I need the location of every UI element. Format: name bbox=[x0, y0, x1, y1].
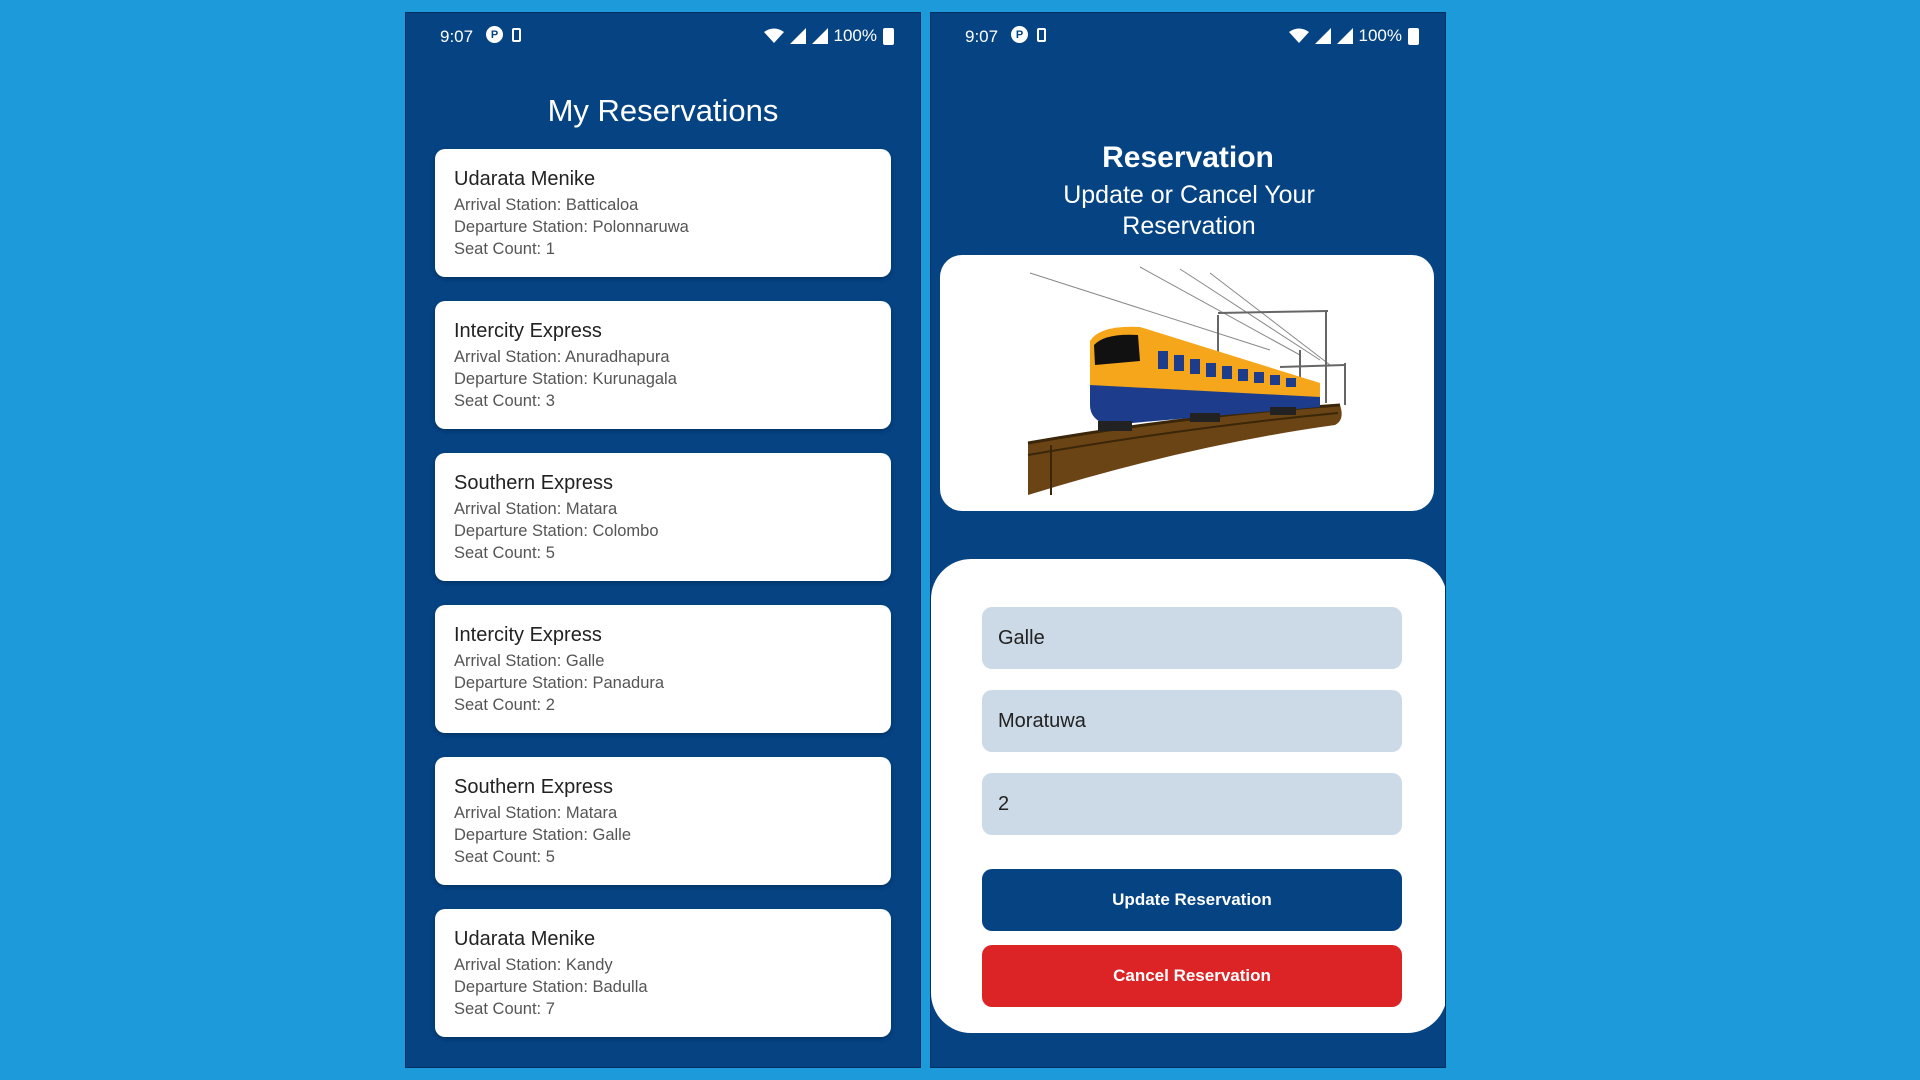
seat-count: Seat Count: 1 bbox=[454, 240, 555, 258]
wifi-icon bbox=[1288, 28, 1309, 43]
departure-station: Departure Station: Kurunagala bbox=[454, 370, 677, 388]
train-image-card bbox=[940, 255, 1434, 511]
seat-count-input[interactable] bbox=[982, 773, 1402, 835]
departure-station-input[interactable] bbox=[982, 690, 1402, 752]
reservation-card[interactable]: Southern Express Arrival Station: Matara… bbox=[435, 453, 891, 581]
reservation-form-screen: 9:07 P 100% Reservation Update or Cancel… bbox=[930, 12, 1446, 1068]
departure-station: Departure Station: Galle bbox=[454, 826, 632, 844]
signal-icon bbox=[1314, 28, 1331, 44]
form-subtitle: Update or Cancel Your Reservation bbox=[1063, 181, 1315, 240]
arrival-station: Arrival Station: Matara bbox=[454, 804, 618, 822]
reservation-card[interactable]: Udarata Menike Arrival Station: Battical… bbox=[435, 149, 891, 277]
status-bar: 9:07 P 100% bbox=[931, 13, 1445, 59]
status-time: 9:07 bbox=[440, 27, 474, 46]
form-title: Reservation bbox=[1102, 141, 1274, 174]
train-name: Intercity Express bbox=[454, 624, 602, 646]
train-name: Udarata Menike bbox=[454, 168, 596, 190]
battery-icon bbox=[1408, 27, 1419, 45]
reservation-card[interactable]: Intercity Express Arrival Station: Anura… bbox=[435, 301, 891, 429]
signal-icon-2 bbox=[1336, 28, 1353, 44]
arrival-station: Arrival Station: Matara bbox=[454, 500, 618, 518]
seat-count: Seat Count: 5 bbox=[454, 544, 555, 562]
battery-saver-icon bbox=[1037, 27, 1046, 42]
arrival-station-input[interactable] bbox=[982, 607, 1402, 669]
battery-percent: 100% bbox=[1358, 26, 1402, 45]
reservation-card[interactable]: Udarata Menike Arrival Station: Kandy De… bbox=[435, 909, 891, 1037]
arrival-station: Arrival Station: Galle bbox=[454, 652, 605, 670]
seat-count: Seat Count: 2 bbox=[454, 696, 555, 714]
page-title: My Reservations bbox=[547, 93, 779, 128]
departure-station: Departure Station: Polonnaruwa bbox=[454, 218, 689, 236]
battery-saver-icon bbox=[512, 27, 521, 42]
departure-station: Departure Station: Panadura bbox=[454, 674, 665, 692]
battery-percent: 100% bbox=[833, 26, 877, 45]
reservation-card[interactable]: Intercity Express Arrival Station: Galle… bbox=[435, 605, 891, 733]
train-illustration-icon bbox=[1027, 266, 1346, 495]
status-bar: 9:07 P 100% bbox=[406, 13, 920, 59]
train-name: Southern Express bbox=[454, 776, 613, 798]
notification-icon: P bbox=[1011, 26, 1028, 43]
train-name: Udarata Menike bbox=[454, 928, 596, 950]
train-name: Intercity Express bbox=[454, 320, 602, 342]
train-name: Southern Express bbox=[454, 472, 613, 494]
signal-icon-2 bbox=[811, 28, 828, 44]
seat-count: Seat Count: 5 bbox=[454, 848, 555, 866]
seat-count: Seat Count: 3 bbox=[454, 392, 555, 410]
arrival-station: Arrival Station: Anuradhapura bbox=[454, 348, 670, 366]
signal-icon bbox=[789, 28, 806, 44]
status-time: 9:07 bbox=[965, 27, 999, 46]
arrival-station: Arrival Station: Batticaloa bbox=[454, 196, 639, 214]
reservation-list: Udarata Menike Arrival Station: Battical… bbox=[435, 149, 891, 1061]
reservation-card[interactable]: Southern Express Arrival Station: Matara… bbox=[435, 757, 891, 885]
arrival-station: Arrival Station: Kandy bbox=[454, 956, 613, 974]
update-reservation-button[interactable]: Update Reservation bbox=[982, 869, 1402, 931]
form-panel: Update Reservation Cancel Reservation bbox=[931, 559, 1445, 1033]
cancel-reservation-button[interactable]: Cancel Reservation bbox=[982, 945, 1402, 1007]
departure-station: Departure Station: Badulla bbox=[454, 978, 648, 996]
departure-station: Departure Station: Colombo bbox=[454, 522, 659, 540]
seat-count: Seat Count: 7 bbox=[454, 1000, 555, 1018]
reservations-screen: 9:07 P 100% My Reservations Udarata Meni… bbox=[405, 12, 921, 1068]
wifi-icon bbox=[763, 28, 784, 43]
battery-icon bbox=[883, 27, 894, 45]
notification-icon: P bbox=[486, 26, 503, 43]
